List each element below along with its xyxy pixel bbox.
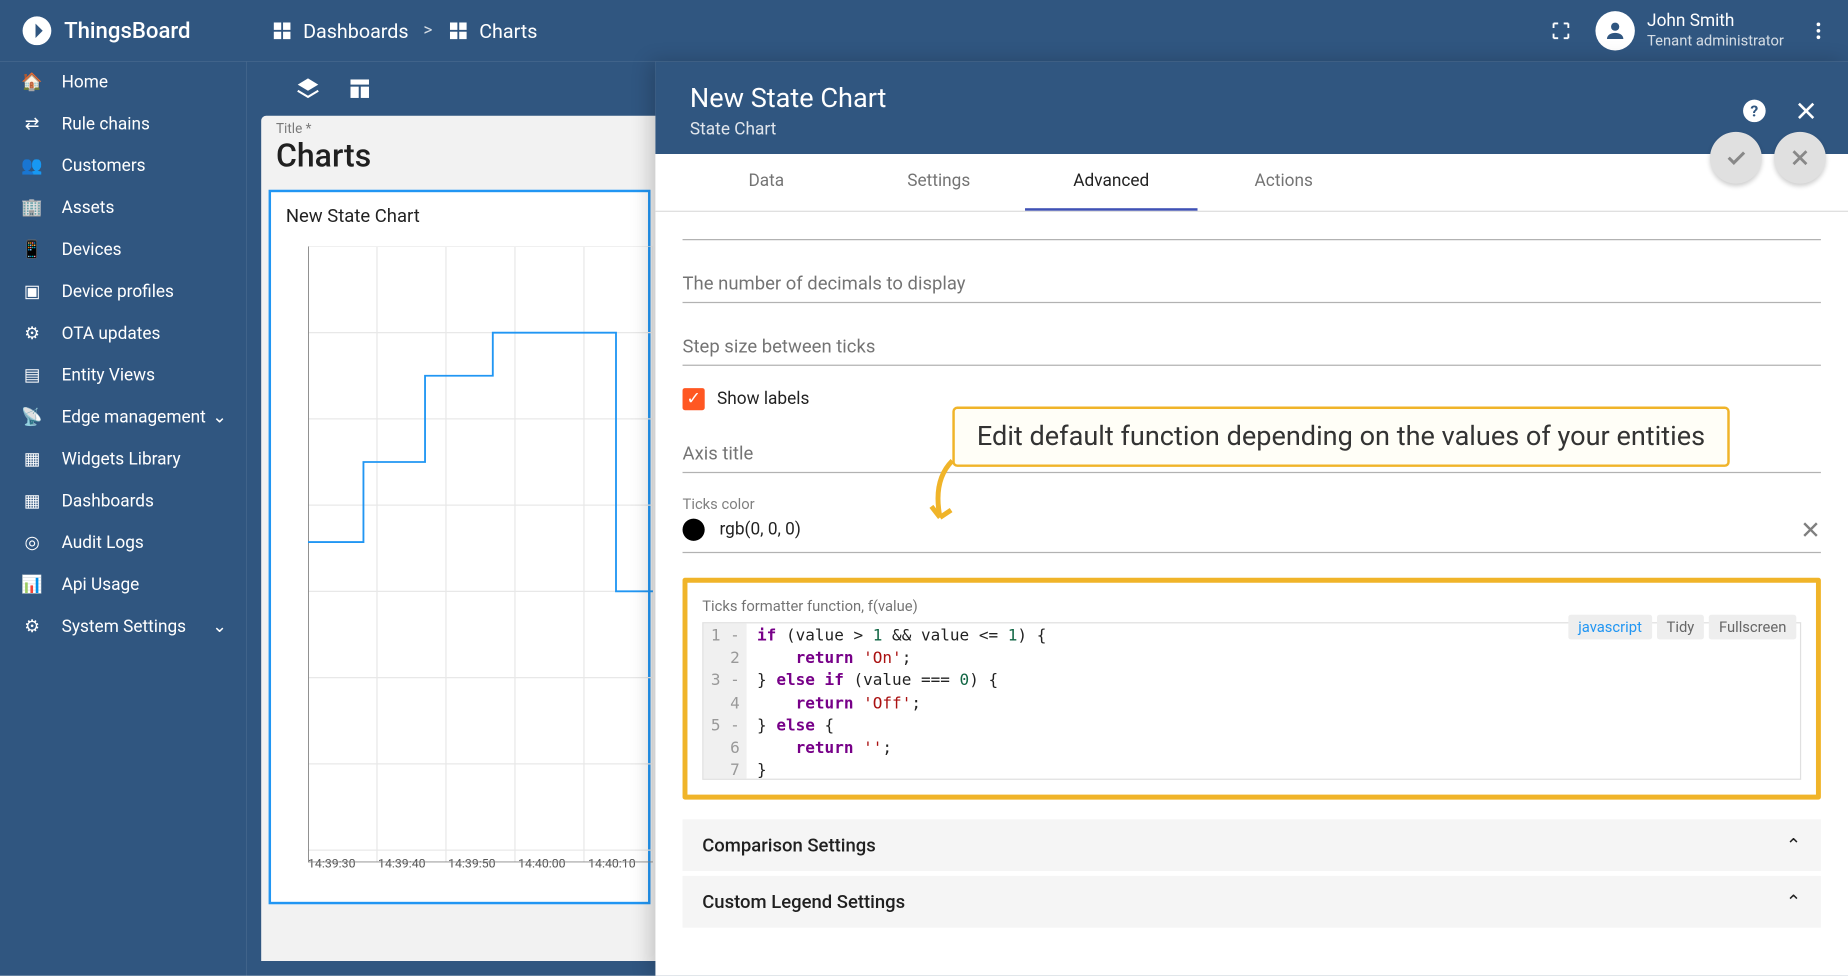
avatar [1595,11,1634,50]
view-icon: ▤ [20,363,45,388]
sidebar-item-edge[interactable]: 📡Edge management⌄ [0,397,246,439]
sidebar-item-apiusage[interactable]: 📊Api Usage [0,564,246,606]
logo-icon [20,14,54,48]
editor-code[interactable]: if (value > 1 && value <= 1) { return 'O… [747,623,1800,778]
app-name: ThingsBoard [64,18,190,44]
breadcrumb: Dashboards > Charts [271,19,537,42]
devices-icon: 📱 [20,238,45,263]
code-editor[interactable]: 1 -23 -45 -67 if (value > 1 && value <= … [702,622,1801,780]
dashboard-icon [447,20,469,42]
widget-title: New State Chart [278,205,640,227]
fullscreen-icon[interactable] [1546,16,1576,46]
app-logo[interactable]: ThingsBoard [0,14,246,48]
layouts-icon[interactable] [345,74,375,104]
chart-area [278,237,640,853]
apply-button[interactable] [1710,132,1762,184]
editor-gutter: 1 -23 -45 -67 [703,623,747,778]
clear-color-icon[interactable]: ✕ [1800,515,1821,545]
breadcrumb-root[interactable]: Dashboards [271,19,409,42]
tab-settings[interactable]: Settings [853,154,1025,211]
sidebar-item-devices[interactable]: 📱Devices [0,229,246,271]
sidebar-item-widgets[interactable]: ▦Widgets Library [0,439,246,481]
callout-text: Edit default function depending on the v… [952,407,1729,467]
decimals-field[interactable]: The number of decimals to display [683,262,1821,303]
user-name: John Smith [1647,12,1784,33]
chart-icon: 📊 [20,573,45,598]
widgets-icon: ▦ [20,447,45,472]
tab-advanced[interactable]: Advanced [1025,154,1197,211]
canvas-title-label: Title * [276,121,311,137]
profile-icon: ▣ [20,280,45,305]
user-menu[interactable]: John Smith Tenant administrator [1595,11,1784,50]
cancel-button[interactable] [1774,132,1826,184]
color-swatch [683,519,705,541]
sidebar-item-auditlogs[interactable]: ◎Audit Logs [0,522,246,564]
panel-subtitle: State Chart [690,120,1814,140]
people-icon: 👥 [20,154,45,179]
breadcrumb-separator: > [423,21,432,41]
panel-header: New State Chart State Chart ? [655,62,1848,154]
comparison-settings-accordion[interactable]: Comparison Settings ⌃ [683,819,1821,871]
formatter-label: Ticks formatter function, f(value) [702,598,1801,615]
dashboard-icon: ▦ [20,489,45,514]
more-icon[interactable] [1804,16,1834,46]
checkbox-checked-icon: ✓ [683,388,705,410]
panel-body[interactable]: The number of decimals to display Step s… [655,212,1848,976]
callout: Edit default function depending on the v… [952,407,1729,467]
user-role: Tenant administrator [1647,32,1784,50]
chevron-up-icon: ⌃ [1786,834,1801,856]
close-icon[interactable] [1791,96,1821,126]
sidebar: 🏠Home ⇄Rule chains 👥Customers 🏢Assets 📱D… [0,62,246,976]
callout-arrow-icon [925,456,962,530]
gear-icon: ⚙ [20,615,45,640]
sidebar-item-entityviews[interactable]: ▤Entity Views [0,355,246,397]
canvas-title[interactable]: Charts [276,138,371,175]
sidebar-item-dashboards[interactable]: ▦Dashboards [0,480,246,522]
dashboard-icon [271,20,293,42]
tab-data[interactable]: Data [680,154,852,211]
memory-icon: ⚙ [20,322,45,347]
sidebar-item-ota[interactable]: ⚙OTA updates [0,313,246,355]
layers-icon[interactable] [293,74,323,104]
svg-text:?: ? [1750,102,1758,121]
legend-settings-accordion[interactable]: Custom Legend Settings ⌃ [683,876,1821,928]
widget-editor-panel: New State Chart State Chart ? Data Setti… [655,62,1848,976]
router-icon: 📡 [20,405,45,430]
chevron-up-icon: ⌃ [1786,891,1801,913]
domain-icon: 🏢 [20,196,45,221]
sidebar-item-rulechains[interactable]: ⇄Rule chains [0,103,246,145]
ticks-formatter-block: Ticks formatter function, f(value) javas… [683,578,1821,800]
sidebar-item-customers[interactable]: 👥Customers [0,145,246,187]
sidebar-item-deviceprofiles[interactable]: ▣Device profiles [0,271,246,313]
topbar: ThingsBoard Dashboards > Charts John Smi… [0,0,1848,62]
breadcrumb-current[interactable]: Charts [447,19,537,42]
panel-tabs: Data Settings Advanced Actions [655,154,1848,212]
chevron-down-icon: ⌄ [212,408,226,428]
stepsize-field[interactable]: Step size between ticks [683,325,1821,366]
track-icon: ◎ [20,531,45,556]
ticks-color-label: Ticks color [683,495,1821,512]
state-chart-widget[interactable]: New State Chart 14:39:3014:39:4014:39:50… [269,190,651,905]
panel-title: New State Chart [690,84,1814,115]
sidebar-item-home[interactable]: 🏠Home [0,62,246,104]
chevron-down-icon: ⌄ [212,617,226,637]
ticks-color-field[interactable]: rgb(0, 0, 0) ✕ [683,515,1821,553]
swap-icon: ⇄ [20,112,45,137]
sidebar-item-assets[interactable]: 🏢Assets [0,187,246,229]
tab-actions[interactable]: Actions [1198,154,1370,211]
sidebar-item-settings[interactable]: ⚙System Settings⌄ [0,606,246,648]
help-icon[interactable]: ? [1740,96,1770,126]
home-icon: 🏠 [20,70,45,95]
